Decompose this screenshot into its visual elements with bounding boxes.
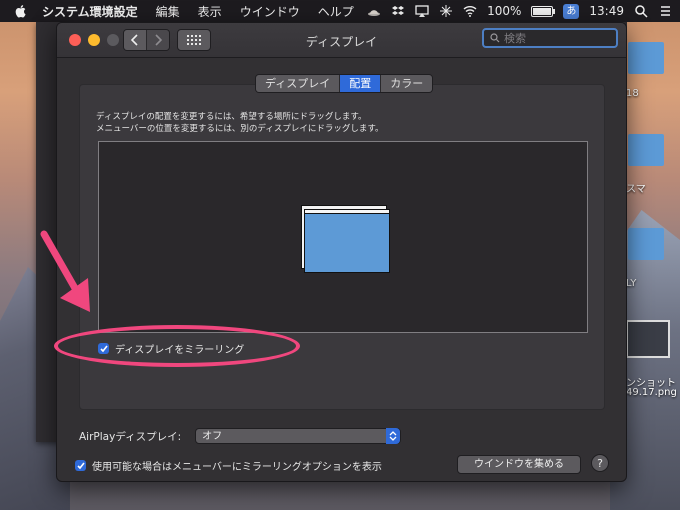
- airplay-selected-value: オフ: [202, 431, 223, 442]
- checkmark-icon: [76, 462, 85, 469]
- mirrored-display-front[interactable]: [304, 209, 390, 273]
- desktop-label: LY: [626, 278, 637, 289]
- wifi-icon[interactable]: [463, 4, 477, 18]
- help-button[interactable]: ?: [591, 454, 609, 472]
- instructions-line: メニューバーの位置を変更するには、別のディスプレイにドラッグします。: [96, 124, 384, 134]
- desktop-folder-icon[interactable]: [628, 42, 664, 74]
- airplay-row: AirPlayディスプレイ: オフ: [79, 428, 402, 444]
- input-source-indicator[interactable]: あ: [563, 3, 580, 19]
- show-mirroring-options-label[interactable]: 使用可能な場合はメニューバーにミラーリングオプションを表示: [92, 458, 382, 473]
- gather-windows-button[interactable]: ウインドウを集める: [457, 455, 581, 474]
- menu-view[interactable]: 表示: [198, 3, 222, 20]
- menu-edit[interactable]: 編集: [156, 3, 180, 20]
- desktop-folder-icon[interactable]: [628, 228, 664, 260]
- pink-arrow-annotation: [40, 230, 90, 312]
- show-mirroring-options-option[interactable]: 使用可能な場合はメニューバーにミラーリングオプションを表示: [75, 458, 382, 473]
- updown-chevron-icon: [386, 428, 401, 444]
- menu-clock[interactable]: 13:49: [589, 4, 624, 18]
- airplay-display-icon[interactable]: [415, 4, 429, 18]
- search-field[interactable]: 検索: [482, 28, 618, 48]
- battery-percent: 100%: [487, 4, 522, 18]
- tab-arrangement[interactable]: 配置: [339, 75, 381, 92]
- menu-window[interactable]: ウインドウ: [240, 3, 300, 20]
- tab-color[interactable]: カラー: [380, 75, 433, 92]
- menu-app-name[interactable]: システム環境設定: [42, 3, 138, 20]
- desktop-folder-icon[interactable]: [628, 134, 664, 166]
- display-arrangement-area[interactable]: [98, 141, 588, 333]
- apple-menu-icon[interactable]: [14, 4, 28, 18]
- desktop-label: 49.17.png: [626, 387, 677, 398]
- desktop-label: スマ: [626, 184, 646, 195]
- spotlight-search-icon[interactable]: [634, 4, 648, 18]
- notification-center-icon[interactable]: [658, 4, 672, 18]
- display-menu-bar-indicator[interactable]: [305, 210, 389, 214]
- instructions-line: ディスプレイの配置を変更するには、希望する場所にドラッグします。: [96, 112, 367, 122]
- airplay-label: AirPlayディスプレイ:: [79, 430, 182, 443]
- tab-bar: ディスプレイ 配置 カラー: [255, 74, 434, 93]
- search-placeholder: 検索: [504, 32, 526, 45]
- battery-icon[interactable]: [531, 5, 556, 17]
- menu-bar: システム環境設定 編集 表示 ウインドウ ヘルプ 100% あ 13:49: [0, 0, 680, 22]
- airplay-display-select[interactable]: オフ: [195, 428, 402, 444]
- search-icon: [490, 33, 500, 43]
- menu-help[interactable]: ヘルプ: [318, 3, 354, 20]
- dropbox-icon[interactable]: [391, 4, 405, 18]
- tab-display[interactable]: ディスプレイ: [256, 75, 340, 92]
- desktop-screenshot-icon[interactable]: [626, 320, 670, 358]
- hat-icon[interactable]: [367, 4, 381, 18]
- instructions-text: ディスプレイの配置を変更するには、希望する場所にドラッグします。 メニューバーの…: [96, 111, 383, 135]
- title-bar[interactable]: ディスプレイ 検索: [57, 23, 626, 58]
- desktop-label: 18: [626, 88, 639, 99]
- display-preferences-window: ディスプレイ 検索 ディスプレイの配置を変更するには、希望する場所にドラッグしま…: [56, 22, 627, 482]
- show-mirroring-options-checkbox[interactable]: [75, 460, 86, 471]
- highlight-ellipse-annotation: [54, 325, 300, 367]
- sync-icon[interactable]: [439, 4, 453, 18]
